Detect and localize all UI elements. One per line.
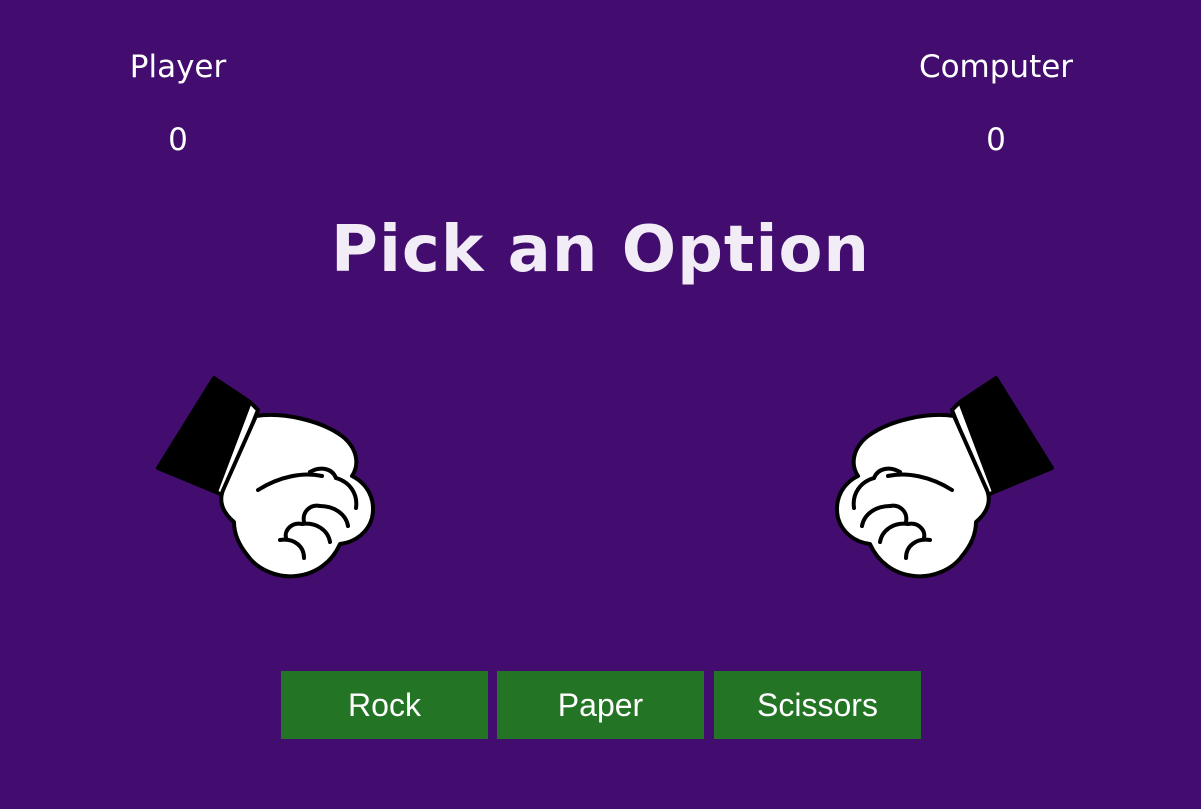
computer-score: 0: [986, 122, 1006, 158]
game-screen: Player 0 Computer 0 Pick an Option Rock …: [0, 0, 1201, 809]
player-score: 0: [168, 122, 188, 158]
game-message: Pick an Option: [331, 213, 870, 287]
player-fist-icon: [152, 372, 382, 587]
computer-label: Computer: [918, 49, 1074, 85]
choice-buttons: Rock Paper Scissors: [281, 671, 921, 739]
computer-fist-icon: [828, 372, 1058, 587]
paper-button[interactable]: Paper: [497, 671, 704, 739]
fist-icon: [156, 376, 375, 579]
scissors-button[interactable]: Scissors: [714, 671, 921, 739]
player-score-panel: Player 0: [58, 42, 298, 160]
rock-button[interactable]: Rock: [281, 671, 488, 739]
fist-icon: [835, 376, 1054, 579]
computer-score-panel: Computer 0: [876, 42, 1116, 160]
player-label: Player: [129, 49, 227, 85]
